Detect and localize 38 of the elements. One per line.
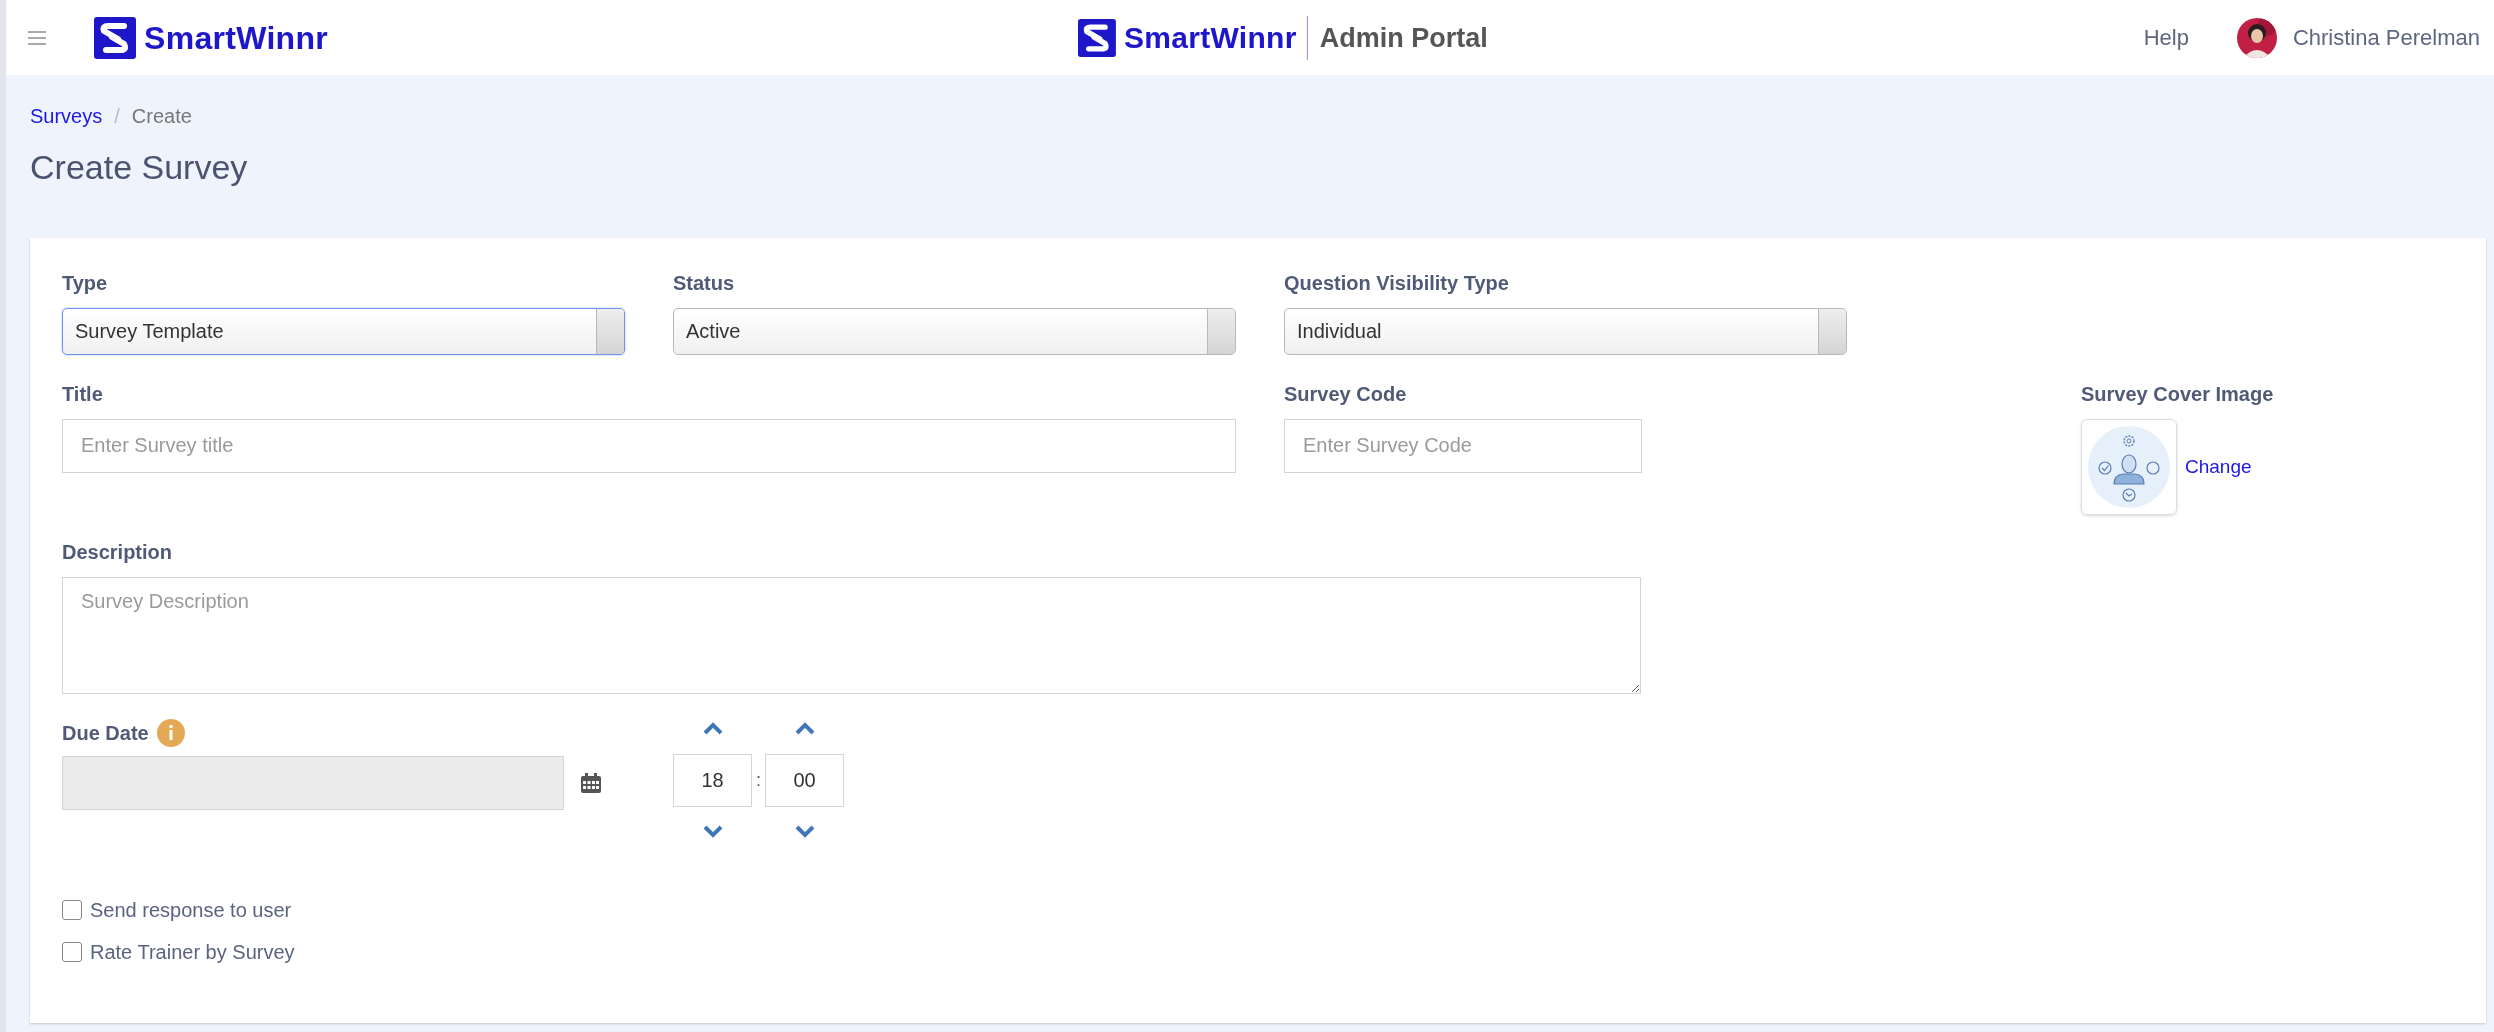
help-link[interactable]: Help <box>2143 21 2189 54</box>
breadcrumb-current: Create <box>131 104 192 129</box>
user-name[interactable]: Christina Perelman <box>2292 21 2480 54</box>
minutes-field[interactable]: 00 <box>765 753 844 807</box>
change-link[interactable]: Change <box>2185 452 2252 482</box>
chevron-up-icon[interactable] <box>794 722 815 736</box>
field-label: Survey Cover Image <box>2081 381 2274 407</box>
select-field[interactable]: Active <box>673 307 1236 355</box>
breadcrumb-separator: / <box>114 104 120 129</box>
checkbox[interactable] <box>62 941 82 962</box>
checkbox-label: Send response to user <box>90 897 292 923</box>
calendar-icon[interactable] <box>580 771 602 794</box>
description-field[interactable]: Survey Description <box>62 576 1641 694</box>
portal-title: Admin Portal <box>1306 15 1488 60</box>
logo-icon <box>94 16 136 59</box>
logo-icon <box>1077 18 1116 57</box>
brand-name: SmartWinnr <box>144 18 329 58</box>
checkbox[interactable] <box>62 899 82 920</box>
title-field[interactable]: Enter Survey title <box>62 418 1236 473</box>
field-label: Type <box>62 270 109 296</box>
field-label: Status <box>673 270 736 296</box>
field-label: Due Date <box>62 720 149 746</box>
checkbox-label: Rate Trainer by Survey <box>90 939 295 965</box>
field-label: Description <box>62 539 174 565</box>
field-label: Survey Code <box>1284 381 1408 407</box>
chevron-down-icon[interactable] <box>794 825 815 839</box>
chevron-up-icon[interactable] <box>702 722 723 736</box>
brand-name: SmartWinnr <box>1123 20 1297 56</box>
hours-field[interactable]: 18 <box>673 753 752 807</box>
time-separator: : <box>756 768 761 792</box>
field-label: Question Visibility Type <box>1284 270 1510 296</box>
page-title: Create Survey <box>30 147 249 188</box>
survey-code-field[interactable]: Enter Survey Code <box>1284 418 1642 473</box>
chevron-down-icon[interactable] <box>702 825 723 839</box>
select-field[interactable]: Survey Template <box>62 307 625 355</box>
breadcrumb-link[interactable]: Surveys <box>30 101 103 131</box>
select-field[interactable]: Individual <box>1284 307 1847 355</box>
field-label: Title <box>62 381 104 407</box>
